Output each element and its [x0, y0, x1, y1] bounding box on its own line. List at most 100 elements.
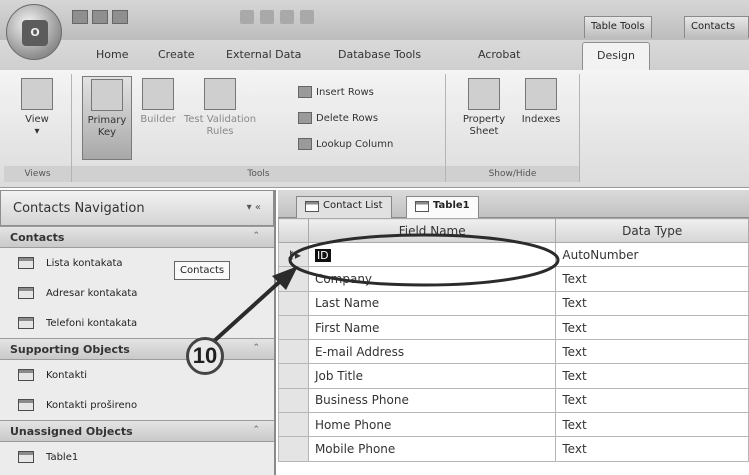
navigation-pane-header[interactable]: Contacts Navigation ▾ «: [0, 190, 274, 226]
chevron-up-icon[interactable]: ⌃: [252, 231, 260, 241]
data-type-cell[interactable]: AutoNumber: [555, 241, 749, 268]
redo-icon[interactable]: [112, 10, 128, 24]
nav-item-label: Kontakti: [46, 369, 88, 381]
row-selector[interactable]: [278, 387, 309, 414]
table-row[interactable]: First Name Text: [278, 314, 749, 341]
nav-section-supporting-objects[interactable]: Supporting Objects ⌃: [0, 338, 274, 360]
view-button[interactable]: View ▾: [12, 78, 62, 138]
data-type-cell[interactable]: Text: [555, 339, 749, 365]
field-name-cell[interactable]: Home Phone: [307, 412, 557, 438]
data-type-cell[interactable]: Text: [555, 436, 749, 462]
context-tab-contacts[interactable]: Contacts: [684, 16, 749, 38]
show-hide-group: Property Sheet Indexes Show/Hide: [446, 74, 580, 182]
row-selector[interactable]: [278, 363, 309, 389]
chevron-up-icon[interactable]: ⌃: [252, 343, 260, 353]
nav-item-telefoni-kontakata[interactable]: Telefoni kontakata: [0, 308, 274, 338]
chevron-up-icon[interactable]: ⌃: [252, 425, 260, 435]
tab-external-data[interactable]: External Data: [226, 48, 301, 61]
row-selector[interactable]: [278, 314, 309, 341]
views-group: View ▾ Views: [4, 74, 72, 182]
tab-home[interactable]: Home: [96, 48, 128, 61]
nav-item-kontakti-prosireno[interactable]: Kontakti prošireno: [0, 390, 274, 420]
doc-tab-contact-list[interactable]: Contact List: [296, 196, 392, 218]
table-row[interactable]: Business Phone Text: [278, 387, 749, 414]
data-type-cell[interactable]: Text: [555, 363, 749, 389]
tab-database-tools[interactable]: Database Tools: [338, 48, 421, 61]
table-row[interactable]: ⚷▸ ID AutoNumber: [278, 241, 749, 268]
show-hide-group-label: Show/Hide: [446, 166, 579, 182]
nav-section-unassigned-objects[interactable]: Unassigned Objects ⌃: [0, 420, 274, 442]
nav-item-kontakti[interactable]: Kontakti: [0, 360, 274, 390]
builder-button[interactable]: Builder: [136, 78, 180, 126]
delete-rows-button[interactable]: Delete Rows: [298, 112, 378, 124]
field-name-cell[interactable]: Mobile Phone: [307, 436, 557, 462]
table-row[interactable]: Company Text: [278, 266, 749, 292]
table-design-grid: Field Name Data Type ⚷▸ ID AutoNumber Co…: [278, 218, 749, 462]
nav-item-label: Table1: [46, 451, 79, 463]
field-name-text: ID: [314, 248, 331, 262]
table-row[interactable]: Mobile Phone Text: [278, 436, 749, 462]
table-row[interactable]: E-mail Address Text: [278, 339, 749, 365]
field-name-cell[interactable]: Business Phone: [307, 387, 557, 414]
doc-tab-label: Table1: [433, 200, 470, 211]
table-row[interactable]: Job Title Text: [278, 363, 749, 389]
field-name-cell[interactable]: Job Title: [307, 363, 557, 389]
tab-acrobat[interactable]: Acrobat: [478, 48, 520, 61]
property-sheet-icon: [468, 78, 500, 110]
doc-tab-label: Contact List: [323, 200, 383, 211]
data-type-cell[interactable]: Text: [555, 412, 749, 438]
title-bar: O Table Tools Contacts: [0, 0, 749, 60]
data-type-cell[interactable]: Text: [555, 387, 749, 414]
lookup-column-button[interactable]: Lookup Column: [298, 138, 393, 150]
nav-item-label: Adresar kontakata: [46, 287, 138, 299]
toolbar-icon[interactable]: [280, 10, 294, 24]
toolbar-icon[interactable]: [260, 10, 274, 24]
data-type-cell[interactable]: Text: [555, 314, 749, 341]
test-validation-rules-button[interactable]: Test Validation Rules: [182, 78, 258, 138]
doc-tab-table1[interactable]: Table1: [406, 196, 479, 218]
data-type-cell[interactable]: Text: [555, 266, 749, 292]
office-button[interactable]: O: [6, 4, 62, 60]
nav-section-title: Contacts: [10, 231, 65, 244]
tab-design[interactable]: Design: [582, 42, 650, 70]
indexes-button[interactable]: Indexes: [516, 78, 566, 126]
form-icon: [18, 257, 34, 269]
save-icon[interactable]: [72, 10, 88, 24]
view-label: View: [25, 114, 49, 125]
field-name-cell[interactable]: Company: [307, 266, 557, 292]
navigation-pane-controls[interactable]: ▾ «: [247, 202, 261, 213]
table-row[interactable]: Home Phone Text: [278, 412, 749, 438]
data-type-cell[interactable]: Text: [555, 290, 749, 316]
row-selector[interactable]: [278, 266, 309, 292]
nav-item-adresar-kontakata[interactable]: Adresar kontakata: [0, 278, 274, 308]
toolbar-icon[interactable]: [300, 10, 314, 24]
field-name-cell[interactable]: First Name: [307, 314, 557, 341]
context-tab-table-tools[interactable]: Table Tools: [584, 16, 652, 38]
table-row[interactable]: Last Name Text: [278, 290, 749, 316]
nav-section-contacts[interactable]: Contacts ⌃: [0, 226, 274, 248]
nav-section-title: Unassigned Objects: [10, 425, 133, 438]
property-sheet-button[interactable]: Property Sheet: [454, 78, 514, 138]
field-name-cell[interactable]: Last Name: [307, 290, 557, 316]
nav-item-lista-kontakata[interactable]: Lista kontakata: [0, 248, 274, 278]
nav-item-label: Telefoni kontakata: [46, 317, 138, 329]
table-icon: [18, 369, 34, 381]
row-selector[interactable]: [278, 339, 309, 365]
insert-rows-button[interactable]: Insert Rows: [298, 86, 374, 98]
report-icon: [18, 287, 34, 299]
undo-icon[interactable]: [92, 10, 108, 24]
row-selector[interactable]: [278, 290, 309, 316]
nav-section-title: Supporting Objects: [10, 343, 130, 356]
navigation-pane-title: Contacts Navigation: [13, 201, 145, 216]
primary-key-label: Primary Key: [87, 115, 127, 138]
row-selector[interactable]: [278, 436, 309, 462]
field-name-cell[interactable]: E-mail Address: [307, 339, 557, 365]
row-selector[interactable]: [278, 412, 309, 438]
nav-item-table1[interactable]: Table1: [0, 442, 274, 472]
indexes-label: Indexes: [521, 114, 561, 125]
field-name-cell[interactable]: ID: [307, 241, 557, 268]
primary-key-icon[interactable]: ⚷▸: [278, 241, 309, 268]
tab-create[interactable]: Create: [158, 48, 195, 61]
toolbar-icon[interactable]: [240, 10, 254, 24]
primary-key-button[interactable]: Primary Key: [82, 76, 132, 160]
